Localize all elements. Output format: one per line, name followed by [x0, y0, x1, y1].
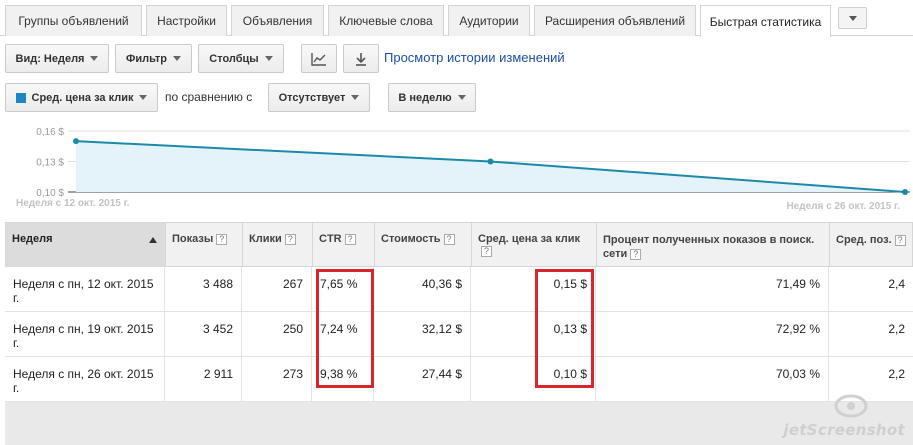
avg-cpc-highlight-box — [535, 269, 594, 388]
tab-ad-groups[interactable]: Группы объявлений — [5, 5, 142, 36]
col-header-label: Стоимость — [381, 233, 441, 245]
cell-week: Неделя с пн, 12 окт. 2015 г. — [5, 267, 165, 312]
col-header-label: Показы — [172, 233, 214, 245]
chart-area-fill — [76, 141, 905, 192]
col-header-cost[interactable]: Стоимость? — [375, 223, 472, 268]
chevron-down-icon — [139, 95, 148, 100]
col-header-label: Неделя — [12, 233, 53, 245]
col-header-label: Сред. цена за клик — [478, 233, 580, 245]
cell-impr-share: 72,92 % — [596, 312, 829, 357]
toggle-chart-button[interactable] — [301, 44, 337, 73]
cell-clicks: 273 — [242, 357, 312, 402]
change-history-link[interactable]: Просмотр истории изменений — [384, 50, 565, 65]
chart-y-tick-label: 0,16 $ — [36, 127, 64, 138]
cell-cost: 40,36 $ — [374, 267, 471, 312]
col-header-impressions[interactable]: Показы? — [166, 223, 243, 268]
metric-color-swatch — [15, 92, 26, 103]
stats-table: Неделя Показы? Клики? CTR? Стоимость? Ср… — [5, 222, 913, 445]
more-tabs-button[interactable] — [838, 7, 867, 29]
chevron-down-icon — [457, 95, 466, 100]
period-dropdown[interactable]: В неделю — [388, 83, 476, 112]
compare-label: по сравнению с — [165, 90, 253, 104]
col-header-label: Клики — [249, 233, 282, 245]
cell-clicks: 250 — [242, 312, 312, 357]
watermark-logo — [834, 394, 868, 418]
table-row: Неделя с пн, 26 окт. 2015 г. 2 911 273 9… — [5, 357, 913, 402]
tab-ad-extensions[interactable]: Расширения объявлений — [534, 5, 696, 36]
watermark-text: jetScreenshot — [783, 421, 905, 439]
col-header-label: CTR — [319, 233, 342, 245]
table-header: Неделя Показы? Клики? CTR? Стоимость? Ср… — [5, 222, 913, 268]
tab-settings[interactable]: Настройки — [146, 5, 227, 36]
col-header-clicks[interactable]: Клики? — [243, 223, 313, 268]
table-row: Неделя с пн, 12 окт. 2015 г. 3 488 267 7… — [5, 267, 913, 312]
help-icon[interactable]: ? — [284, 233, 296, 245]
filter-dropdown-label: Фильтр — [125, 52, 168, 65]
chevron-down-icon — [173, 56, 182, 61]
cell-avg-pos: 2,4 — [888, 277, 905, 291]
filter-dropdown[interactable]: Фильтр — [115, 44, 192, 73]
col-header-impr-share[interactable]: Процент полученных показов в поиск. сети… — [597, 223, 830, 268]
col-header-week[interactable]: Неделя — [6, 223, 166, 268]
cell-impressions: 3 488 — [165, 267, 242, 312]
tab-ads[interactable]: Объявления — [231, 5, 324, 36]
metric-dropdown-label: Сред. цена за клик — [31, 91, 134, 104]
tab-keywords[interactable]: Ключевые слова — [328, 5, 444, 36]
chart-data-point[interactable] — [487, 158, 494, 165]
chart-x-end-label: Неделя с 26 окт. 2015 г. — [786, 201, 900, 212]
cell-cost: 32,12 $ — [374, 312, 471, 357]
tab-quick-stats[interactable]: Быстрая статистика — [700, 5, 831, 37]
sort-ascending-icon — [149, 237, 157, 243]
download-button[interactable] — [343, 44, 379, 73]
download-icon — [356, 52, 366, 66]
chart-y-tick-label: 0,13 $ — [36, 158, 64, 169]
cell-clicks: 267 — [242, 267, 312, 312]
cell-impr-share: 70,03 % — [596, 357, 829, 402]
view-dropdown-label: Вид: Неделя — [15, 52, 85, 65]
col-header-avg-cpc[interactable]: Сред. цена за клик? — [472, 223, 597, 268]
col-header-label: Сред. поз. — [836, 234, 892, 246]
cell-cost: 27,44 $ — [374, 357, 471, 402]
chart-data-point[interactable] — [73, 138, 79, 145]
cell-impr-share: 71,49 % — [596, 267, 829, 312]
col-header-ctr[interactable]: CTR? — [313, 223, 375, 268]
cell-impressions: 2 911 — [165, 357, 242, 402]
columns-dropdown[interactable]: Столбцы — [198, 44, 284, 73]
view-dropdown[interactable]: Вид: Неделя — [5, 44, 109, 73]
compare-dropdown[interactable]: Отсутствует — [268, 83, 370, 112]
cell-impressions: 3 452 — [165, 312, 242, 357]
line-chart: 0,16 $0,13 $0,10 $ Неделя с 12 окт. 2015… — [16, 127, 910, 212]
cell-week: Неделя с пн, 26 окт. 2015 г. — [5, 357, 165, 402]
columns-dropdown-label: Столбцы — [209, 52, 259, 65]
col-header-avg-pos[interactable]: Сред. поз.? — [830, 223, 913, 268]
metric-dropdown[interactable]: Сред. цена за клик — [5, 83, 158, 112]
chevron-down-icon — [90, 56, 99, 61]
tab-audiences[interactable]: Аудитории — [448, 5, 530, 36]
chart-x-start-label: Неделя с 12 окт. 2015 г. — [16, 198, 130, 209]
help-icon[interactable]: ? — [481, 245, 492, 257]
help-icon[interactable]: ? — [443, 233, 455, 245]
chevron-down-icon — [351, 95, 360, 100]
help-icon[interactable]: ? — [216, 233, 228, 245]
help-icon[interactable]: ? — [630, 248, 642, 260]
help-icon[interactable]: ? — [344, 233, 356, 245]
cell-week: Неделя с пн, 19 окт. 2015 г. — [5, 312, 165, 357]
period-dropdown-label: В неделю — [398, 91, 452, 104]
ctr-highlight-box — [316, 269, 374, 388]
table-row: Неделя с пн, 19 окт. 2015 г. 3 452 250 7… — [5, 312, 913, 357]
chevron-down-icon — [264, 56, 273, 61]
cell-avg-pos: 2,2 — [888, 322, 905, 336]
tab-bar: Группы объявлений Настройки Объявления К… — [0, 0, 913, 37]
chart-data-point[interactable] — [902, 189, 908, 195]
compare-dropdown-label: Отсутствует — [278, 91, 346, 104]
line-chart-icon — [311, 52, 326, 66]
help-icon[interactable]: ? — [894, 234, 906, 246]
chevron-down-icon — [848, 15, 857, 21]
